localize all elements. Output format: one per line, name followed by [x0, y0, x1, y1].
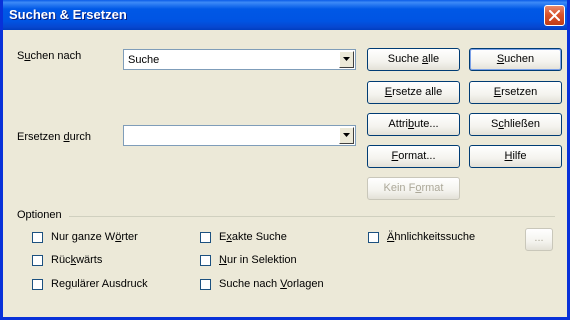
search-all-button[interactable]: Suche alle: [367, 48, 460, 71]
dialog-title: Suchen & Ersetzen: [9, 7, 127, 22]
replace-all-button[interactable]: Ersetze alle: [367, 81, 460, 104]
options-separator: [69, 216, 555, 217]
options-heading: Optionen: [17, 209, 62, 221]
replace-combo[interactable]: [123, 125, 356, 146]
attributes-button[interactable]: Attribute...: [367, 113, 460, 136]
replace-label: Ersetzen durch: [17, 131, 91, 143]
no-format-button[interactable]: Kein Format: [367, 177, 460, 200]
close-icon: [549, 10, 560, 21]
close-button[interactable]: Schließen: [469, 113, 562, 136]
format-button[interactable]: Format...: [367, 145, 460, 168]
search-dropdown-button[interactable]: [339, 51, 354, 68]
replace-input[interactable]: [124, 126, 338, 145]
search-input[interactable]: [124, 50, 338, 69]
search-button[interactable]: Suchen: [469, 48, 562, 71]
similarity-settings-button[interactable]: ...: [525, 228, 553, 251]
find-replace-dialog: Suchen & Ersetzen Suchen nach Ersetzen d…: [0, 0, 570, 320]
checkbox-box[interactable]: [200, 255, 211, 266]
close-window-button[interactable]: [544, 5, 565, 26]
checkbox-box[interactable]: [200, 232, 211, 243]
replace-button[interactable]: Ersetzen: [469, 81, 562, 104]
title-bar[interactable]: Suchen & Ersetzen: [3, 0, 567, 30]
replace-dropdown-button[interactable]: [339, 127, 354, 144]
checkbox-box[interactable]: [368, 232, 379, 243]
search-label: Suchen nach: [17, 50, 82, 62]
help-button[interactable]: Hilfe: [469, 145, 562, 168]
chevron-down-icon: [343, 133, 350, 137]
checkbox-box[interactable]: [200, 279, 211, 290]
checkbox-box[interactable]: [32, 255, 43, 266]
chevron-down-icon: [343, 57, 350, 61]
checkbox-box[interactable]: [32, 232, 43, 243]
search-combo[interactable]: [123, 49, 356, 70]
checkbox-box[interactable]: [32, 279, 43, 290]
